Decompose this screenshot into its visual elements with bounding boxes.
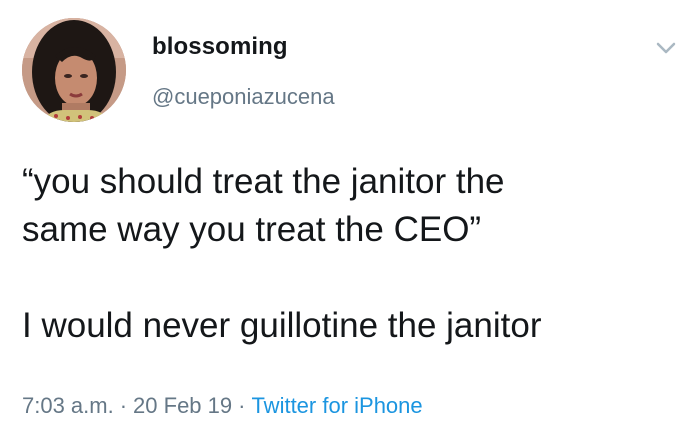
tweet-card: blossoming @cueponiazucena “you should t… xyxy=(0,0,700,438)
username-handle[interactable]: @cueponiazucena xyxy=(152,84,335,110)
tweet-text-line: “you should treat the janitor the xyxy=(22,162,505,201)
tweet-time[interactable]: 7:03 a.m. xyxy=(22,393,114,418)
avatar[interactable] xyxy=(22,18,126,122)
tweet-text: “you should treat the janitor the same w… xyxy=(22,158,682,350)
tweet-text-line: I would never guillotine the janitor xyxy=(22,306,542,345)
separator: · xyxy=(238,393,246,418)
tweet-text-line: same way you treat the CEO” xyxy=(22,210,482,249)
tweet-metadata: 7:03 a.m. · 20 Feb 19 · Twitter for iPhone xyxy=(22,393,423,419)
profile-photo-icon xyxy=(22,18,126,122)
display-name[interactable]: blossoming xyxy=(152,33,288,61)
tweet-source-link[interactable]: Twitter for iPhone xyxy=(251,393,422,418)
tweet-date[interactable]: 20 Feb 19 xyxy=(133,393,232,418)
chevron-down-icon[interactable] xyxy=(654,36,678,60)
separator: · xyxy=(119,393,128,418)
